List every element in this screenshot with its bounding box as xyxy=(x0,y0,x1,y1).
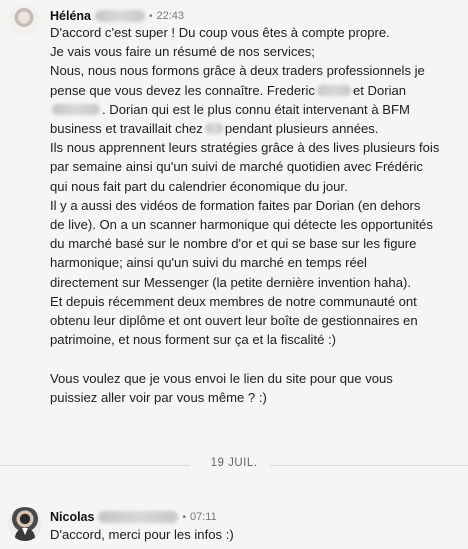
message-line: patrimoine, et nous forment sur ça et la… xyxy=(50,332,337,348)
message-line: Et depuis récemment deux membres de notr… xyxy=(50,293,417,309)
time-separator: • xyxy=(149,10,153,22)
sender-name[interactable]: Héléna xyxy=(50,9,91,23)
message-line: . Dorian qui est le plus connu était int… xyxy=(50,100,460,119)
message-text: Dorian qui est le plus connu était inter… xyxy=(109,101,410,117)
redacted-name xyxy=(316,84,351,96)
message-line: directement sur Messenger (la petite der… xyxy=(50,274,411,290)
message-line: puissiez aller voir par vous même ? :) xyxy=(50,389,267,405)
date-label: 19 JUIL. xyxy=(210,457,258,469)
message-line: qui nous fait part du calendrier économi… xyxy=(50,178,348,194)
message-line: par semaine ainsi qu'un suivi de marché … xyxy=(50,159,423,175)
message-line: D'accord, merci pour les infos :) xyxy=(50,527,234,542)
message-line: Vous voulez que je vous envoi le lien du… xyxy=(50,370,393,386)
message-body: D'accord c'est super ! Du coup vous êtes… xyxy=(50,23,460,407)
message-line: business et travaillait chez pendant plus… xyxy=(50,119,460,138)
message-line: de live). On a un scanner harmonique qui… xyxy=(50,217,433,233)
message-body: D'accord, merci pour les infos :) xyxy=(50,525,460,544)
message-text: et Dorian xyxy=(352,82,407,98)
conversation-thread: Héléna • 22:43 D'accord c'est super ! Du… xyxy=(0,0,468,549)
message-line: Nous, nous nous formons grâce à deux tra… xyxy=(50,63,425,79)
avatar[interactable] xyxy=(8,507,42,541)
message-time: 22:43 xyxy=(156,10,185,22)
message-line: D'accord c'est super ! Du coup vous êtes… xyxy=(50,25,390,40)
message-line: pense que vous devez les connaître. Fred… xyxy=(50,81,460,100)
message-line: harmonique; ainsi qu'un suivi du marché … xyxy=(50,255,367,271)
redacted-name xyxy=(52,103,100,115)
redacted-surname xyxy=(98,511,179,523)
message-line xyxy=(50,349,460,368)
message-text: business et travaillait chez xyxy=(50,121,203,137)
divider-line xyxy=(270,465,468,466)
sender-name[interactable]: Nicolas xyxy=(50,510,94,524)
message-line: obtenu leur diplôme et ont ouvert leur b… xyxy=(50,313,418,329)
message-text: pense que vous devez les connaître. Fred… xyxy=(50,82,315,98)
time-separator: • xyxy=(182,511,186,523)
message-line: Ils nous apprennent leurs stratégies grâ… xyxy=(50,140,440,156)
date-divider: 19 JUIL. xyxy=(0,455,468,475)
message-time: 07:11 xyxy=(189,511,217,523)
message-line: Il y a aussi des vidéos de formation fai… xyxy=(50,197,421,213)
message-line: Je vais vous faire un résumé de nos serv… xyxy=(50,44,315,60)
redacted-surname xyxy=(95,10,145,22)
redacted-company xyxy=(204,123,223,135)
avatar[interactable] xyxy=(8,4,40,36)
message-text: pendant plusieurs années. xyxy=(224,121,379,137)
message-header: Nicolas • 07:11 xyxy=(50,508,217,526)
message-line: du marché basé sur le nombre d'or et qui… xyxy=(50,236,417,252)
